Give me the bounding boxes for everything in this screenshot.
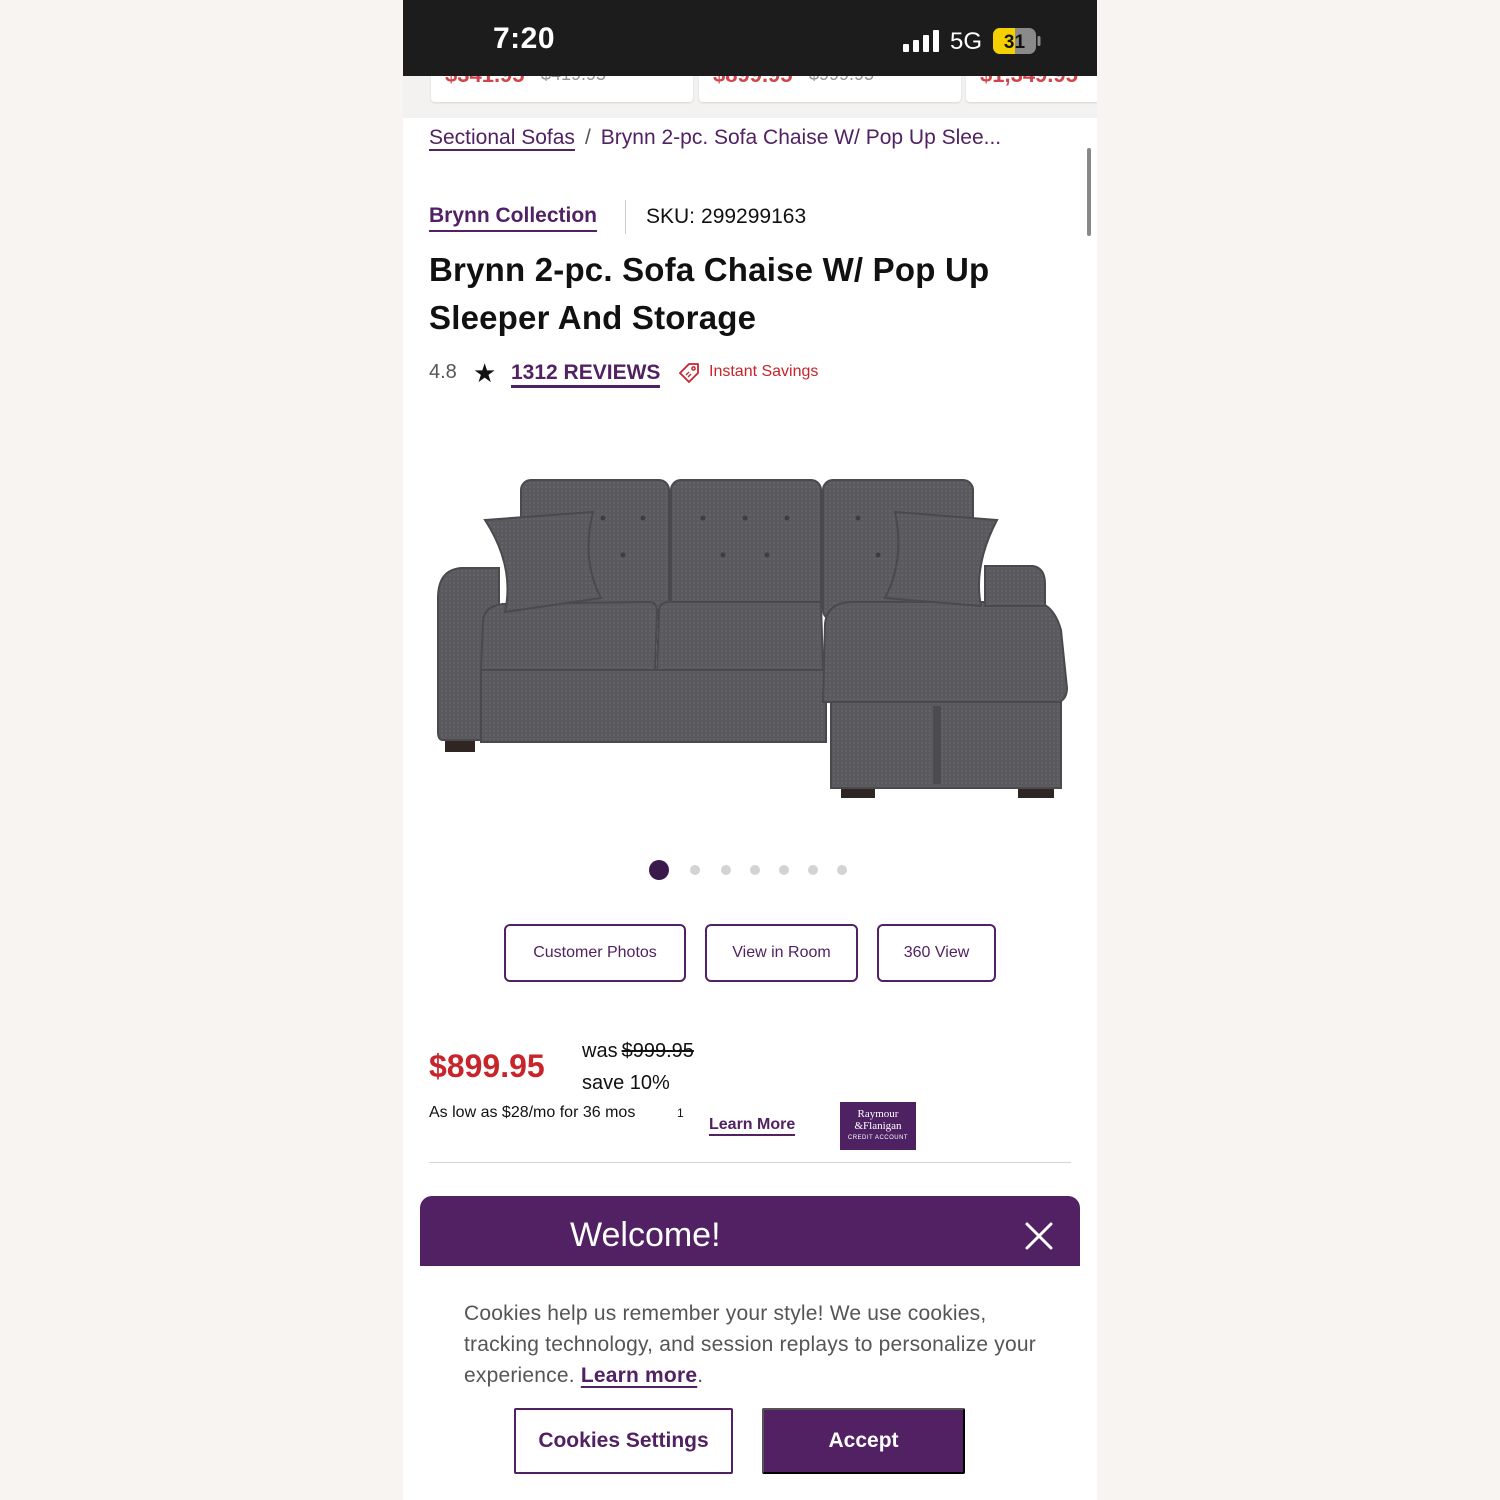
learn-more-link[interactable]: Learn More [709,1116,796,1136]
product-image[interactable] [433,470,1073,810]
instant-savings-label: Instant Savings [709,363,819,380]
recommendation-price: $1,349.95 [980,76,1078,88]
customer-photos-button[interactable]: Customer Photos [504,924,686,982]
cellular-signal-icon [903,30,939,52]
battery-icon: 31 [993,28,1041,54]
welcome-title: Welcome! [570,1216,721,1254]
sku-label: SKU: [646,205,696,228]
logo-line: Raymour [857,1108,899,1120]
status-time: 7:20 [493,22,556,55]
cookie-banner: Cookies help us remember your style! We … [403,1266,1097,1500]
cookies-settings-button[interactable]: Cookies Settings [514,1408,733,1474]
breadcrumb-current: Brynn 2-pc. Sofa Chaise W/ Pop Up Slee..… [600,126,1002,149]
cookie-text: Cookies help us remember your style! We … [464,1302,1036,1387]
recommendation-card[interactable]: $1,349.95 [966,76,1097,102]
recommendation-strip: $341.95 $419.95 $899.95 $999.95 $1,349.9… [403,76,1097,118]
carousel-dot[interactable] [779,865,789,875]
star-icon: ★ [473,358,497,388]
breadcrumb-separator: / [584,126,591,149]
360-view-button[interactable]: 360 View [877,924,996,982]
network-type: 5G [950,28,983,55]
product-title: Brynn 2-pc. Sofa Chaise W/ Pop Up Sleepe… [429,251,990,336]
carousel-dot[interactable] [808,865,818,875]
scrollbar[interactable] [1087,148,1091,236]
carousel-dot[interactable] [750,865,760,875]
cookie-learn-more-link[interactable]: Learn more [581,1364,697,1387]
carousel-dot[interactable] [721,865,731,875]
breadcrumb-category-link[interactable]: Sectional Sofas [429,126,575,149]
collection-link[interactable]: Brynn Collection [429,204,598,232]
divider [429,1162,1071,1163]
current-price: $899.95 [429,1048,545,1084]
phone-screen: 7:20 5G 31 $341.95 $419.95 $899.95 $999.… [403,0,1097,1500]
save-percent: save 10% [582,1072,670,1094]
logo-line: &Flanigan [854,1120,902,1132]
logo-line: CREDIT ACCOUNT [847,1135,909,1141]
breadcrumb: Sectional Sofas / Brynn 2-pc. Sofa Chaise … [429,126,1001,150]
was-amount: $999.95 [621,1040,694,1062]
view-in-room-button[interactable]: View in Room [705,924,858,982]
sku: SKU: 299299163 [646,205,806,229]
reviews-link[interactable]: 1312 REVIEWS [511,361,661,388]
financing-footnote[interactable]: 1 [677,1106,684,1120]
was-label: was [582,1040,618,1062]
carousel-dot[interactable] [690,865,700,875]
was-price: was $999.95 [582,1040,694,1063]
carousel-dot[interactable] [649,860,669,880]
sku-value: 299299163 [701,205,807,228]
battery-level: 31 [1004,32,1026,53]
close-icon[interactable] [1023,1220,1055,1252]
divider [625,200,626,234]
status-bar: 7:20 5G 31 [403,0,1097,76]
recommendation-was-price: $999.95 [809,76,874,85]
carousel-dot[interactable] [837,865,847,875]
credit-account-logo[interactable]: Raymour &Flanigan CREDIT ACCOUNT [840,1102,916,1150]
recommendation-price: $341.95 [445,76,525,88]
rating-value: 4.8 [429,361,457,383]
recommendation-card[interactable]: $899.95 $999.95 [699,76,961,102]
recommendation-price: $899.95 [713,76,793,88]
financing-text: As low as $28/mo for 36 mos [429,1104,636,1121]
accept-button[interactable]: Accept [762,1408,965,1474]
price-tag-icon [679,363,699,383]
recommendation-card[interactable]: $341.95 $419.95 [431,76,693,102]
recommendation-was-price: $419.95 [541,76,606,85]
cookie-message: Cookies help us remember your style! We … [464,1302,1036,1387]
